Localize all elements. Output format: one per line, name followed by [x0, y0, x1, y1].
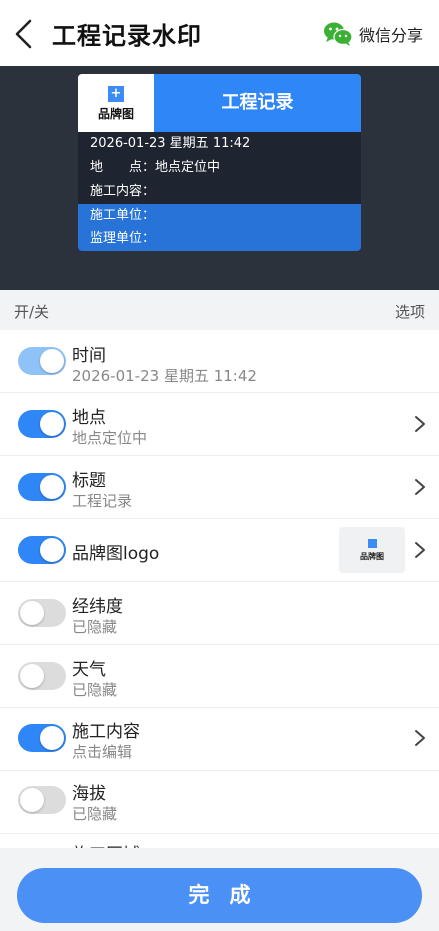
option-row-title[interactable]: 标题 工程记录 — [0, 456, 439, 519]
brand-logo-toggle[interactable] — [18, 536, 66, 564]
list-header: 开/关 选项 — [0, 290, 439, 330]
option-subtitle: 点击编辑 — [72, 743, 133, 761]
chevron-right-icon — [415, 479, 425, 495]
option-title: 地点 — [72, 408, 106, 428]
wechat-icon — [323, 22, 353, 46]
option-title: 标题 — [72, 471, 106, 491]
thumbnail-text: 品牌图 — [360, 552, 384, 561]
toggle-knob — [40, 349, 64, 373]
toggle-knob — [40, 475, 64, 499]
list-header-toggle-label: 开/关 — [14, 303, 50, 321]
watermark-supervisor: 监理单位： — [78, 227, 361, 251]
option-subtitle: 地点定位中 — [72, 429, 148, 447]
option-subtitle: 已隐藏 — [72, 681, 118, 699]
wechat-share-button[interactable]: 微信分享 — [323, 20, 423, 48]
content-toggle[interactable] — [18, 724, 66, 752]
bottom-bar: 完成 — [0, 848, 439, 931]
weather-toggle[interactable] — [18, 662, 66, 690]
option-subtitle: 已隐藏 — [72, 805, 118, 823]
option-row-weather[interactable]: 天气 已隐藏 — [0, 645, 439, 708]
watermark-header: + 品牌图 工程记录 — [78, 74, 361, 132]
watermark-title: 工程记录 — [221, 92, 294, 113]
plus-icon — [368, 539, 377, 548]
watermark-logo-text: 品牌图 — [97, 107, 134, 121]
toggle-knob — [20, 601, 44, 625]
chevron-right-icon — [415, 542, 425, 558]
location-toggle[interactable] — [18, 410, 66, 438]
chevron-right-icon — [415, 730, 425, 746]
option-row-location[interactable]: 地点 地点定位中 — [0, 393, 439, 456]
option-subtitle: 2026-01-23 星期五 11:42 — [72, 367, 257, 385]
option-title: 天气 — [72, 660, 106, 680]
altitude-toggle[interactable] — [18, 786, 66, 814]
option-row-brand-logo[interactable]: 品牌图logo 品牌图 — [0, 519, 439, 582]
watermark-location: 地 点：地点定位中 — [90, 160, 221, 175]
watermark-card[interactable]: + 品牌图 工程记录 2026-01-23 星期五 11:42 地 点：地点定位… — [78, 74, 361, 251]
page-title: 工程记录水印 — [52, 22, 202, 50]
back-arrow-icon[interactable] — [10, 17, 40, 51]
option-subtitle: 工程记录 — [72, 492, 133, 510]
coordinates-toggle[interactable] — [18, 599, 66, 627]
option-title: 经纬度 — [72, 597, 123, 617]
chevron-right-icon — [415, 416, 425, 432]
watermark-preview-area: + 品牌图 工程记录 2026-01-23 星期五 11:42 地 点：地点定位… — [0, 66, 439, 290]
watermark-unit: 施工单位： — [78, 204, 361, 227]
option-row-time[interactable]: 时间 2026-01-23 星期五 11:42 — [0, 330, 439, 393]
brand-logo-thumbnail[interactable]: 品牌图 — [339, 527, 405, 573]
toggle-knob — [20, 788, 44, 812]
top-bar: 工程记录水印 微信分享 — [0, 0, 439, 66]
toggle-knob — [40, 538, 64, 562]
toggle-knob — [20, 664, 44, 688]
title-toggle[interactable] — [18, 473, 66, 501]
option-title: 品牌图logo — [72, 544, 160, 564]
time-toggle[interactable] — [18, 347, 66, 375]
option-title: 时间 — [72, 346, 106, 366]
option-row-area[interactable]: 施工区域 — [0, 833, 439, 848]
watermark-logo: + 品牌图 — [78, 74, 154, 132]
list-header-options-label: 选项 — [394, 303, 425, 321]
toggle-knob — [40, 726, 64, 750]
option-row-coordinates[interactable]: 经纬度 已隐藏 — [0, 582, 439, 645]
option-title: 海拔 — [72, 784, 106, 804]
option-title: 施工内容 — [72, 722, 140, 742]
toggle-knob — [40, 412, 64, 436]
option-row-content[interactable]: 施工内容 点击编辑 — [0, 708, 439, 771]
share-label: 微信分享 — [358, 26, 423, 45]
plus-icon: + — [108, 86, 124, 102]
options-list: 时间 2026-01-23 星期五 11:42 地点 地点定位中 标题 工程记录… — [0, 330, 439, 848]
done-button[interactable]: 完成 — [17, 868, 422, 923]
watermark-datetime: 2026-01-23 星期五 11:42 — [90, 136, 251, 151]
watermark-content: 施工内容： — [90, 184, 156, 199]
option-title: 施工区域 — [72, 840, 140, 848]
option-subtitle: 已隐藏 — [72, 618, 118, 636]
option-row-altitude[interactable]: 海拔 已隐藏 — [0, 771, 439, 834]
